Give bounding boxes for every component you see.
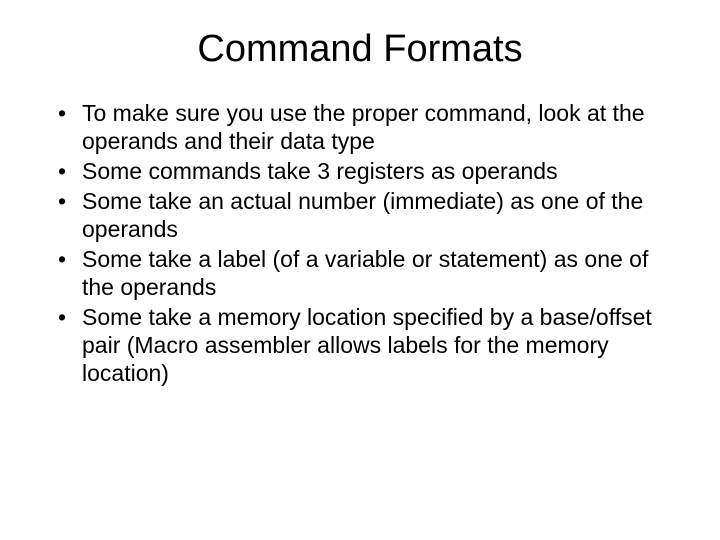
slide-container: Command Formats To make sure you use the… xyxy=(0,0,720,540)
list-item: Some commands take 3 registers as operan… xyxy=(58,157,680,185)
slide-title: Command Formats xyxy=(40,28,680,71)
list-item: To make sure you use the proper command,… xyxy=(58,99,680,155)
bullet-list: To make sure you use the proper command,… xyxy=(40,99,680,387)
list-item: Some take a label (of a variable or stat… xyxy=(58,245,680,301)
list-item: Some take an actual number (immediate) a… xyxy=(58,187,680,243)
list-item: Some take a memory location specified by… xyxy=(58,303,680,387)
